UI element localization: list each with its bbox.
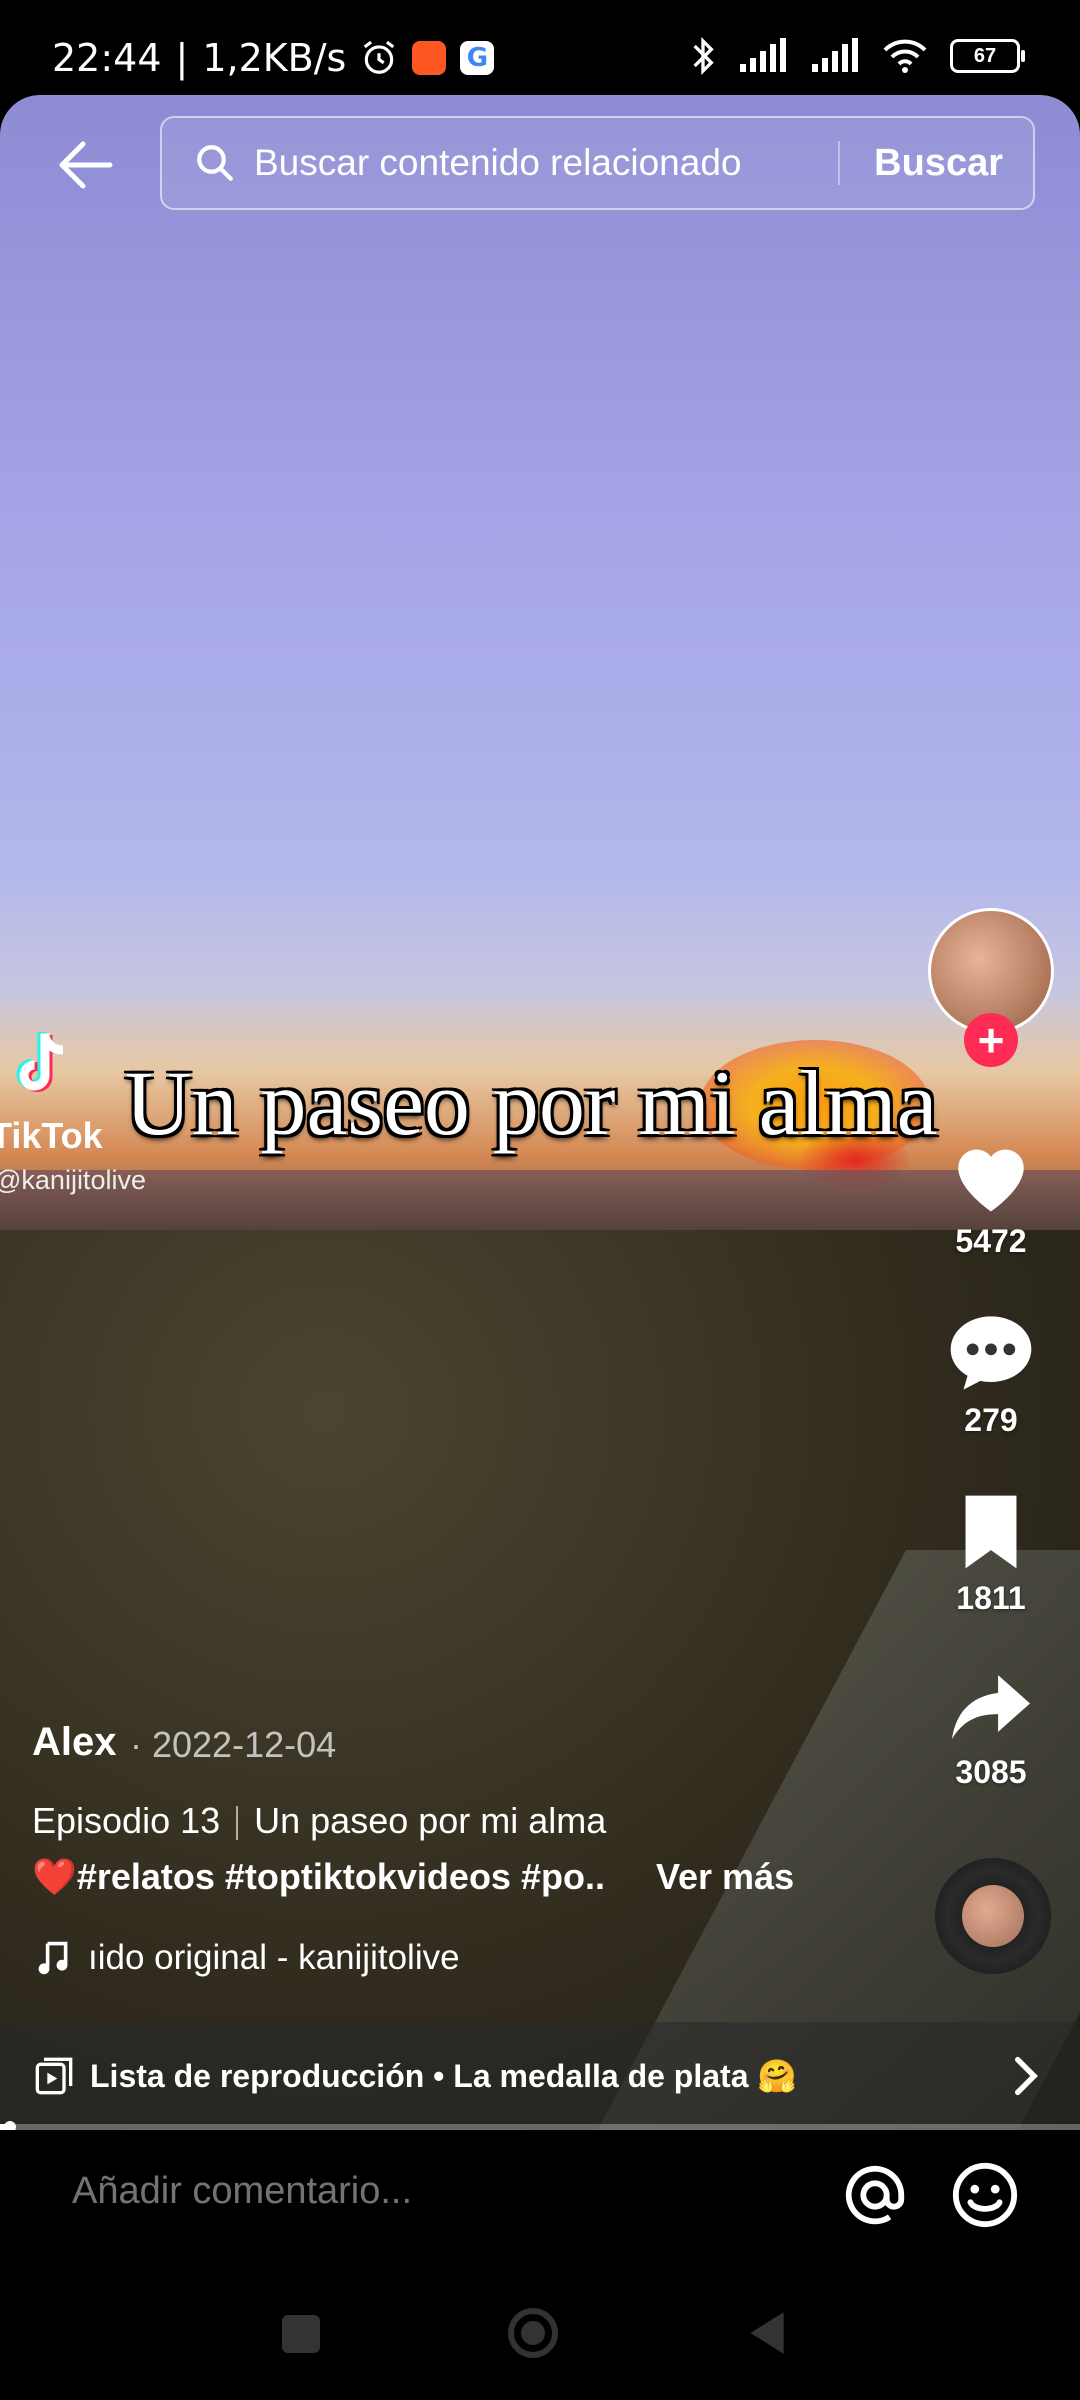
chevron-right-icon bbox=[1015, 2056, 1038, 2096]
status-left: 22:44 | 1,2KB/s G bbox=[52, 36, 495, 80]
video-app-icon bbox=[412, 41, 447, 75]
see-more-link[interactable]: Ver más bbox=[656, 1856, 794, 1898]
search-button[interactable]: Buscar bbox=[874, 142, 1003, 185]
save-count: 1811 bbox=[956, 1580, 1026, 1616]
episode-title: Un paseo por mi alma bbox=[254, 1800, 607, 1841]
google-icon: G bbox=[460, 41, 495, 75]
bluetooth-icon bbox=[693, 36, 714, 76]
back-button[interactable] bbox=[50, 130, 120, 200]
tiktok-logo-icon bbox=[16, 1032, 64, 1092]
episode-separator bbox=[236, 1806, 239, 1841]
mention-icon[interactable] bbox=[840, 2160, 910, 2230]
search-icon bbox=[197, 145, 233, 181]
like-button[interactable]: 5472 bbox=[930, 1135, 1052, 1260]
search-divider bbox=[838, 141, 841, 185]
wifi-icon bbox=[883, 39, 927, 73]
video-overlay-title: Un paseo por mi alma bbox=[125, 1052, 938, 1154]
status-time: 22:44 bbox=[52, 36, 162, 80]
author-name[interactable]: Alex bbox=[32, 1720, 117, 1765]
battery-icon: 67 bbox=[950, 39, 1025, 73]
like-count: 5472 bbox=[955, 1223, 1027, 1259]
music-note-icon bbox=[38, 1941, 68, 1975]
episode-number: Episodio 13 bbox=[32, 1800, 221, 1841]
alarm-icon bbox=[364, 40, 395, 74]
follow-button[interactable]: + bbox=[964, 1013, 1018, 1067]
battery-level: 67 bbox=[973, 44, 997, 67]
bookmark-icon bbox=[965, 1495, 1017, 1569]
watermark-user: @kanijitolive bbox=[0, 1165, 146, 1195]
playlist-bar[interactable]: Lista de reproducción • La medalla de pl… bbox=[0, 2022, 1080, 2130]
episode-line[interactable]: Episodio 13 Un paseo por mi alma bbox=[32, 1800, 606, 1842]
network-speed: 1,2KB/s bbox=[202, 36, 347, 80]
heart-icon bbox=[958, 1149, 1024, 1212]
emoji-icon[interactable] bbox=[950, 2160, 1020, 2230]
save-button[interactable]: 1811 bbox=[930, 1492, 1052, 1617]
playlist-label: Lista de reproducción • La medalla de pl… bbox=[90, 2058, 798, 2094]
home-button[interactable] bbox=[505, 2305, 561, 2361]
hashtags[interactable]: ❤️#relatos #toptiktokvideos #po.. bbox=[32, 1856, 605, 1898]
back-arrow-icon bbox=[59, 141, 113, 189]
signal-icon bbox=[740, 38, 786, 72]
sound-title: ıido original - kanijitolive bbox=[88, 1938, 460, 1977]
nav-back-button[interactable] bbox=[746, 2308, 788, 2358]
music-disc[interactable] bbox=[935, 1858, 1051, 1974]
share-button[interactable]: 3085 bbox=[930, 1668, 1052, 1791]
search-input[interactable]: Buscar contenido relacionado bbox=[254, 142, 838, 184]
music-disc-cover bbox=[962, 1885, 1024, 1947]
post-date: · 2022-12-04 bbox=[130, 1724, 337, 1765]
share-icon bbox=[952, 1675, 1030, 1739]
playlist-icon bbox=[35, 2057, 73, 2095]
comment-input[interactable]: Añadir comentario... bbox=[72, 2170, 412, 2213]
comment-button[interactable]: 279 bbox=[930, 1312, 1052, 1439]
sound-link[interactable]: ıido original - kanijitolive bbox=[36, 1938, 460, 1978]
comment-count: 279 bbox=[964, 1402, 1018, 1438]
search-bar[interactable]: Buscar contenido relacionado Buscar bbox=[160, 116, 1035, 210]
recent-apps-button[interactable] bbox=[282, 2315, 320, 2353]
status-right: 67 bbox=[690, 36, 1025, 76]
watermark-brand: TikTok bbox=[0, 1115, 103, 1156]
comment-icon bbox=[950, 1316, 1032, 1390]
signal-icon bbox=[812, 38, 858, 72]
share-count: 3085 bbox=[955, 1754, 1027, 1790]
